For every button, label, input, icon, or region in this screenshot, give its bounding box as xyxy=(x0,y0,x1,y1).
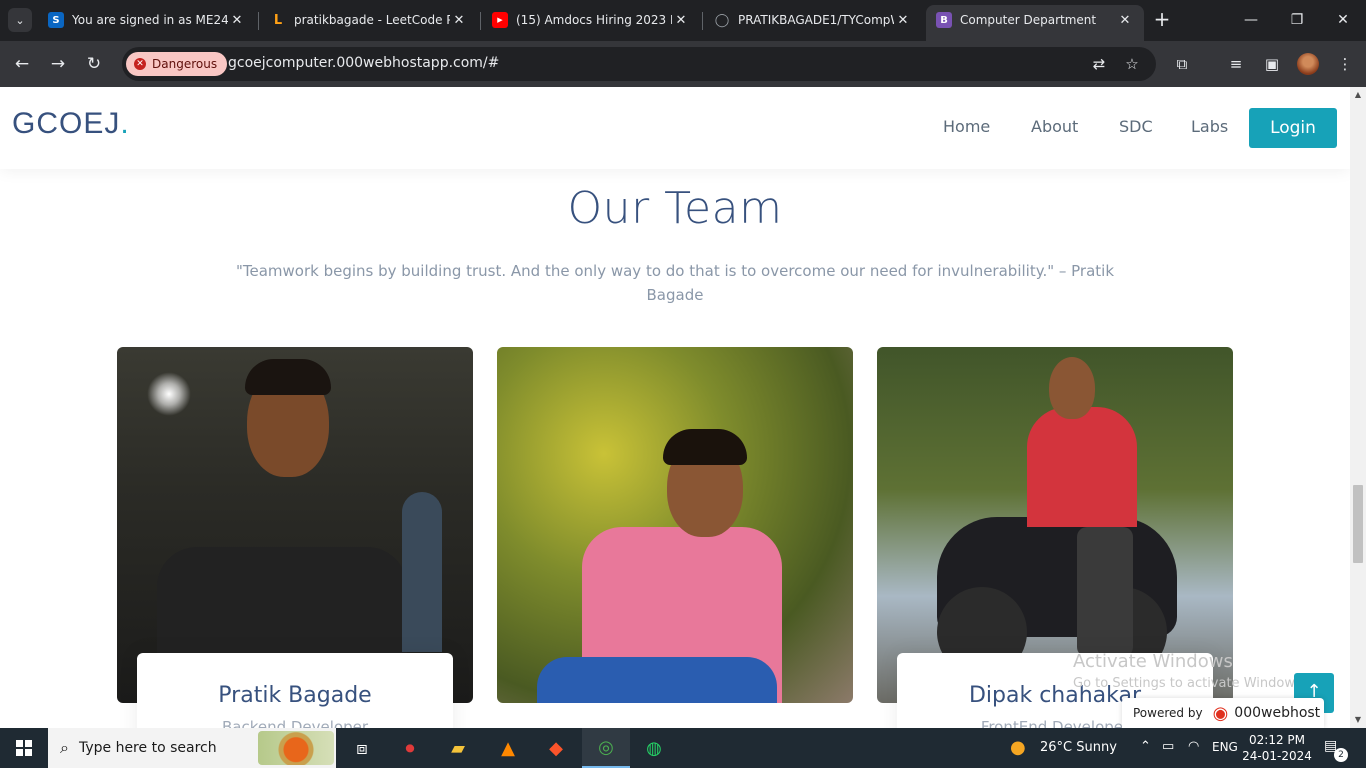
tab-github[interactable]: ◯ PRATIKBAGADE1/TYCompW ✕ xyxy=(704,5,922,35)
close-tab-icon[interactable]: ✕ xyxy=(1116,13,1134,28)
vlc-icon[interactable]: ▲ xyxy=(484,728,532,768)
close-tab-icon[interactable]: ✕ xyxy=(450,13,468,28)
brave-browser-icon[interactable]: ◆ xyxy=(532,728,580,768)
activate-subtitle: Go to Settings to activate Windows. xyxy=(1073,676,1306,691)
scroll-down-icon[interactable]: ▼ xyxy=(1350,712,1366,728)
bookmark-star-icon[interactable]: ☆ xyxy=(1122,54,1142,74)
tab-computer-department[interactable]: B Computer Department ✕ xyxy=(926,5,1144,41)
member-photo xyxy=(497,347,853,703)
restore-icon[interactable]: ❐ xyxy=(1274,0,1320,41)
tab-title: PRATIKBAGADE1/TYCompW xyxy=(738,13,894,27)
tab-title: You are signed in as ME2415 xyxy=(72,13,228,27)
powered-by-badge[interactable]: Powered by ◉ 000webhost xyxy=(1122,698,1324,728)
team-card xyxy=(497,347,853,727)
weather-sun-icon: ● xyxy=(1010,737,1026,758)
clock[interactable]: 02:12 PM 24-01-2024 xyxy=(1242,732,1312,764)
leetcode-favicon-icon: L xyxy=(273,12,283,28)
webhost-logo-icon: ◉ xyxy=(1212,702,1229,724)
close-window-icon[interactable]: ✕ xyxy=(1320,0,1366,41)
tab-youtube[interactable]: ▶ (15) Amdocs Hiring 2023 Bat ✕ xyxy=(482,5,700,35)
site-logo[interactable]: GCOEJ. xyxy=(12,107,130,141)
nav-about[interactable]: About xyxy=(1031,117,1078,136)
close-tab-icon[interactable]: ✕ xyxy=(672,13,690,28)
back-arrow-icon[interactable]: ← xyxy=(8,50,36,78)
tab-title: pratikbagade - LeetCode Pro xyxy=(294,13,450,27)
browser-toolbar: ← → ↻ ✕ Dangerous gcoejcomputer.000webho… xyxy=(0,41,1366,87)
windows-logo-icon xyxy=(16,740,32,756)
web-page: GCOEJ. Home About SDC Labs Login Our Tea… xyxy=(0,87,1350,728)
tab-favicon-icon: S xyxy=(48,12,64,28)
tab-title: (15) Amdocs Hiring 2023 Bat xyxy=(516,13,672,27)
nav-home[interactable]: Home xyxy=(943,117,990,136)
section-title: Our Team xyxy=(567,183,783,234)
login-button[interactable]: Login xyxy=(1249,108,1337,148)
member-photo xyxy=(877,347,1233,703)
security-label: Dangerous xyxy=(152,57,218,71)
dangerous-site-chip[interactable]: ✕ Dangerous xyxy=(126,52,228,76)
danger-x-icon: ✕ xyxy=(134,58,146,70)
activate-title: Activate Windows xyxy=(1073,651,1233,672)
tab-leetcode[interactable]: L pratikbagade - LeetCode Pro ✕ xyxy=(260,5,478,35)
bootstrap-favicon-icon: B xyxy=(936,12,952,28)
nav-labs[interactable]: Labs xyxy=(1191,117,1228,136)
tab-title: Computer Department xyxy=(960,13,1097,27)
reload-icon[interactable]: ↻ xyxy=(80,50,108,78)
youtube-favicon-icon: ▶ xyxy=(492,12,508,28)
clock-date: 24-01-2024 xyxy=(1242,749,1312,763)
profile-avatar[interactable] xyxy=(1297,53,1319,75)
url-text[interactable]: gcoejcomputer.000webhostapp.com/# xyxy=(228,55,499,71)
notification-count-badge: 2 xyxy=(1334,748,1348,762)
close-tab-icon[interactable]: ✕ xyxy=(894,13,912,28)
task-view-icon[interactable]: ⧈ xyxy=(338,728,386,768)
tab-signed-in[interactable]: S You are signed in as ME2415 ✕ xyxy=(38,5,256,35)
forward-arrow-icon[interactable]: → xyxy=(44,50,72,78)
browser-tab-strip: ⌄ S You are signed in as ME2415 ✕ L prat… xyxy=(0,0,1366,41)
search-highlight-image xyxy=(258,731,334,765)
file-explorer-icon[interactable]: ▰ xyxy=(434,728,482,768)
search-placeholder: Type here to search xyxy=(78,740,217,756)
side-panel-icon[interactable]: ▣ xyxy=(1261,53,1283,75)
activate-windows-watermark: Activate Windows Go to Settings to activ… xyxy=(1073,651,1306,691)
member-photo xyxy=(117,347,473,703)
scrollbar-thumb[interactable] xyxy=(1353,485,1363,563)
translate-icon[interactable]: ⇄ xyxy=(1089,54,1109,74)
member-name: Pratik Bagade xyxy=(218,683,372,708)
team-quote: "Teamwork begins by building trust. And … xyxy=(235,262,1115,304)
scroll-up-icon[interactable]: ▲ xyxy=(1350,87,1366,103)
powered-by-label: Powered by xyxy=(1133,706,1203,720)
team-card: Pratik Bagade Backend Developer xyxy=(117,347,473,728)
page-scrollbar[interactable]: ▲ ▼ xyxy=(1350,87,1366,728)
search-icon: ⌕ xyxy=(60,738,69,757)
site-header: GCOEJ. Home About SDC Labs Login xyxy=(0,87,1350,169)
logo-text: GCOEJ xyxy=(12,107,121,140)
address-bar[interactable]: ✕ Dangerous gcoejcomputer.000webhostapp.… xyxy=(122,47,1156,81)
extensions-puzzle-icon[interactable]: ⧉ xyxy=(1171,53,1193,75)
media-controls-icon[interactable]: ≡ xyxy=(1225,53,1247,75)
github-favicon-icon: ◯ xyxy=(714,12,730,28)
clock-time: 02:12 PM xyxy=(1249,733,1305,747)
chrome-icon[interactable]: ◎ xyxy=(582,728,630,768)
whatsapp-icon[interactable]: ◍ xyxy=(630,728,678,768)
language-indicator[interactable]: ENG xyxy=(1212,740,1238,754)
new-tab-plus-icon[interactable]: + xyxy=(1150,8,1174,32)
member-info: Pratik Bagade Backend Developer xyxy=(137,653,453,728)
tab-separator xyxy=(480,12,481,30)
tab-separator xyxy=(702,12,703,30)
kebab-menu-icon[interactable]: ⋮ xyxy=(1334,53,1356,75)
nav-sdc[interactable]: SDC xyxy=(1119,117,1153,136)
member-role: Backend Developer xyxy=(221,718,369,728)
logo-dot: . xyxy=(120,107,130,140)
start-button[interactable] xyxy=(0,728,48,768)
tab-separator xyxy=(258,12,259,30)
close-tab-icon[interactable]: ✕ xyxy=(228,13,246,28)
wifi-icon[interactable]: ◠ xyxy=(1188,739,1199,754)
screen-recorder-icon[interactable]: ⏺ xyxy=(386,728,434,768)
weather-text[interactable]: 26°C Sunny xyxy=(1040,740,1117,755)
tray-chevron-up-icon[interactable]: ⌃ xyxy=(1140,739,1151,754)
windows-taskbar: ⌕ Type here to search ⧈ ⏺ ▰ ▲ ◆ ◎ ◍ ● 26… xyxy=(0,728,1366,768)
battery-icon[interactable]: ▭ xyxy=(1162,739,1174,754)
tab-search-chevron-icon[interactable]: ⌄ xyxy=(8,8,32,32)
host-brand: 000webhost xyxy=(1234,705,1321,721)
minimize-icon[interactable]: — xyxy=(1228,0,1274,41)
